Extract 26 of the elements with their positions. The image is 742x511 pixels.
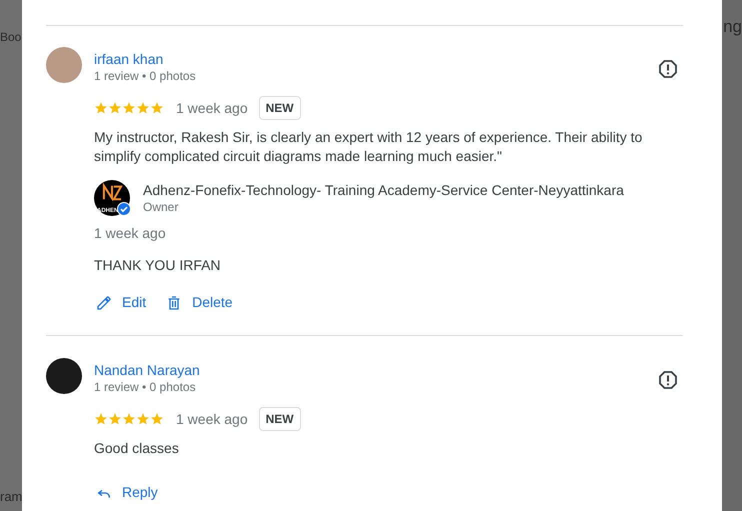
trash-icon xyxy=(166,294,182,310)
owner-label: Owner xyxy=(143,199,180,215)
new-badge: NEW xyxy=(258,96,301,120)
avatar xyxy=(46,358,82,394)
background-text: ng xyxy=(723,16,742,38)
owner-name: Adhenz-Fonefix-Technology- Training Academy-Service Center-Neyyattinkara xyxy=(143,181,624,199)
review-text: My instructor, Rakesh Sir, is clearly an expert with 12 years of experience. Their ability to simplify complicated circuit diagrams made learning much easier." xyxy=(94,128,644,166)
background-text: ram xyxy=(0,488,22,506)
avatar xyxy=(46,47,82,83)
report-icon[interactable] xyxy=(658,59,678,79)
reviewer-name[interactable]: Nandan Narayan xyxy=(94,361,658,379)
reply-button[interactable]: Reply xyxy=(92,478,162,507)
reply-text: THANK YOU IRFAN xyxy=(94,256,222,274)
review-text: Good classes xyxy=(94,439,180,458)
edit-button[interactable]: Edit xyxy=(92,288,150,317)
review-time: 1 week ago xyxy=(176,98,248,118)
delete-button[interactable]: Delete xyxy=(162,288,237,317)
background-text: Boo xyxy=(0,29,22,46)
pencil-icon xyxy=(96,294,112,310)
report-icon[interactable] xyxy=(658,370,678,390)
reviewer-name[interactable]: irfaan khan xyxy=(94,50,658,68)
review-time: 1 week ago xyxy=(176,410,248,429)
new-badge: NEW xyxy=(258,407,301,431)
reviewer-stats: 1 review • 0 photos xyxy=(94,68,197,84)
reviewer-stats: 1 review • 0 photos xyxy=(94,379,197,395)
reply-time: 1 week ago xyxy=(94,224,167,242)
